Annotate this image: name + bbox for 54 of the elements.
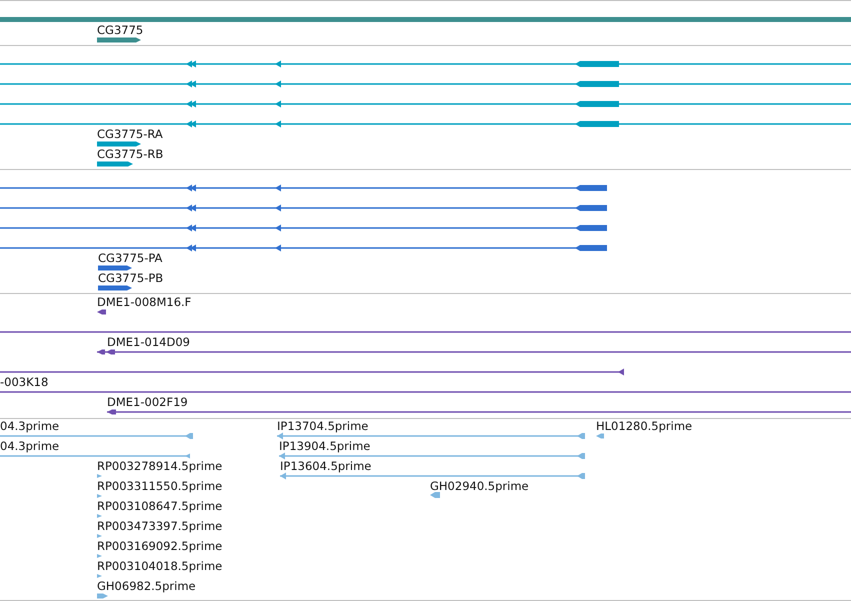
clone-glyph[interactable] xyxy=(0,368,624,376)
feature-label: HL01280.5prime xyxy=(596,419,692,433)
feature-label: GH06982.5prime xyxy=(97,579,196,593)
feature-label: 04.3prime xyxy=(0,419,60,433)
est-glyph[interactable] xyxy=(596,434,604,438)
est-glyph[interactable] xyxy=(277,432,585,440)
gene-glyph[interactable] xyxy=(97,38,141,42)
est-glyph[interactable] xyxy=(97,514,102,518)
feature-label: CG3775-PA xyxy=(98,251,162,265)
transcript-glyph[interactable] xyxy=(97,162,133,166)
feature-label: -003K18 xyxy=(0,375,48,389)
feature-label: IP13704.5prime xyxy=(277,419,368,433)
feature-label: CG3775-RA xyxy=(97,127,163,141)
protein-glyph[interactable] xyxy=(98,286,132,290)
transcript-glyph[interactable] xyxy=(0,80,851,88)
protein-glyph[interactable] xyxy=(0,184,607,192)
feature-label: IP13904.5prime xyxy=(279,439,370,453)
transcript-glyph[interactable] xyxy=(0,100,851,108)
clone-glyph[interactable] xyxy=(107,410,851,414)
transcript-glyph[interactable] xyxy=(97,142,141,146)
protein-glyph[interactable] xyxy=(98,266,132,270)
feature-label: DME1-002F19 xyxy=(107,395,188,409)
protein-glyph[interactable] xyxy=(0,244,607,252)
est-glyph[interactable] xyxy=(0,433,193,439)
est-glyph[interactable] xyxy=(97,594,108,598)
feature-label: RP003108647.5prime xyxy=(97,499,222,513)
feature-label: RP003104018.5prime xyxy=(97,559,222,573)
clone-glyph[interactable] xyxy=(97,310,106,314)
clone-glyph[interactable] xyxy=(97,350,851,354)
protein-glyph[interactable] xyxy=(0,224,607,232)
feature-label: CG3775-RB xyxy=(97,147,164,161)
feature-label: RP003473397.5prime xyxy=(97,519,222,533)
feature-label: 04.3prime xyxy=(0,439,60,453)
feature-label: DME1-014D09 xyxy=(107,335,190,349)
feature-label: RP003169092.5prime xyxy=(97,539,222,553)
est-glyph[interactable] xyxy=(97,474,102,478)
feature-label: GH02940.5prime xyxy=(430,479,529,493)
feature-label: RP003278914.5prime xyxy=(97,459,222,473)
transcript-glyph[interactable] xyxy=(0,120,851,128)
est-glyph[interactable] xyxy=(97,574,102,578)
feature-label: CG3775-PB xyxy=(98,271,164,285)
est-glyph[interactable] xyxy=(0,454,190,458)
feature-label: CG3775 xyxy=(97,23,144,37)
feature-label: RP003311550.5prime xyxy=(97,479,222,493)
feature-label: IP13604.5prime xyxy=(280,459,372,473)
est-glyph[interactable] xyxy=(279,452,585,460)
est-glyph[interactable] xyxy=(97,534,102,538)
est-glyph[interactable] xyxy=(97,554,102,558)
est-glyph[interactable] xyxy=(430,492,440,498)
transcript-glyph[interactable] xyxy=(0,60,851,68)
est-glyph[interactable] xyxy=(280,472,585,480)
feature-label: DME1-008M16.F xyxy=(97,295,192,309)
est-glyph[interactable] xyxy=(97,494,102,498)
protein-glyph[interactable] xyxy=(0,204,607,212)
